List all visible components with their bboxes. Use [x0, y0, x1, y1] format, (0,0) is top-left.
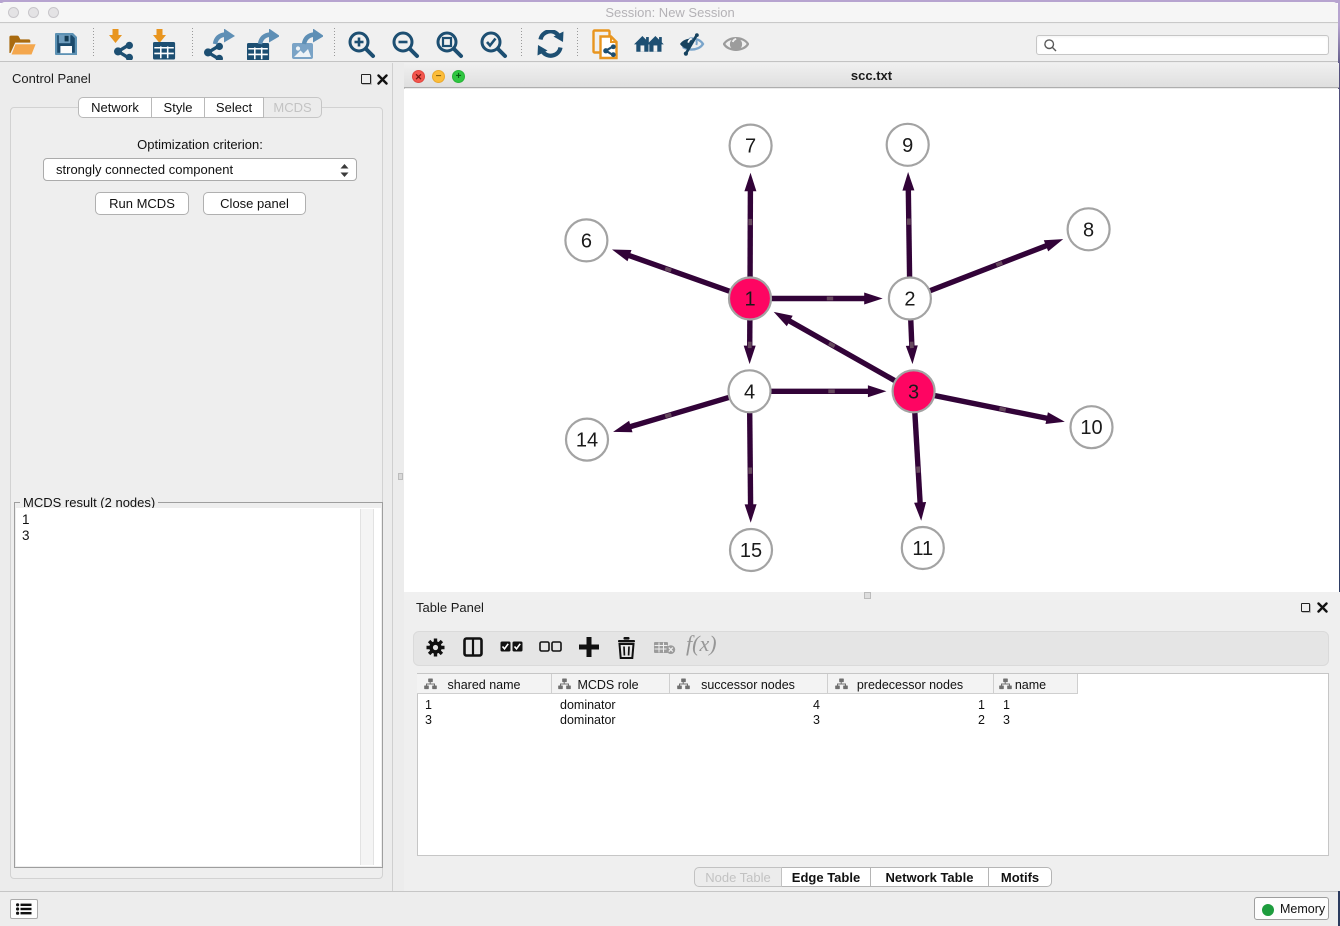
svg-text:4: 4	[744, 381, 755, 403]
svg-text:15: 15	[740, 540, 762, 562]
svg-text:9: 9	[902, 135, 913, 157]
svg-text:3: 3	[908, 381, 919, 403]
svg-text:11: 11	[912, 538, 933, 560]
svg-text:14: 14	[576, 430, 598, 452]
svg-text:8: 8	[1083, 219, 1094, 241]
svg-text:2: 2	[904, 289, 915, 311]
svg-text:7: 7	[745, 136, 756, 158]
svg-text:6: 6	[581, 230, 592, 252]
svg-text:10: 10	[1080, 417, 1102, 439]
svg-text:1: 1	[744, 289, 755, 311]
